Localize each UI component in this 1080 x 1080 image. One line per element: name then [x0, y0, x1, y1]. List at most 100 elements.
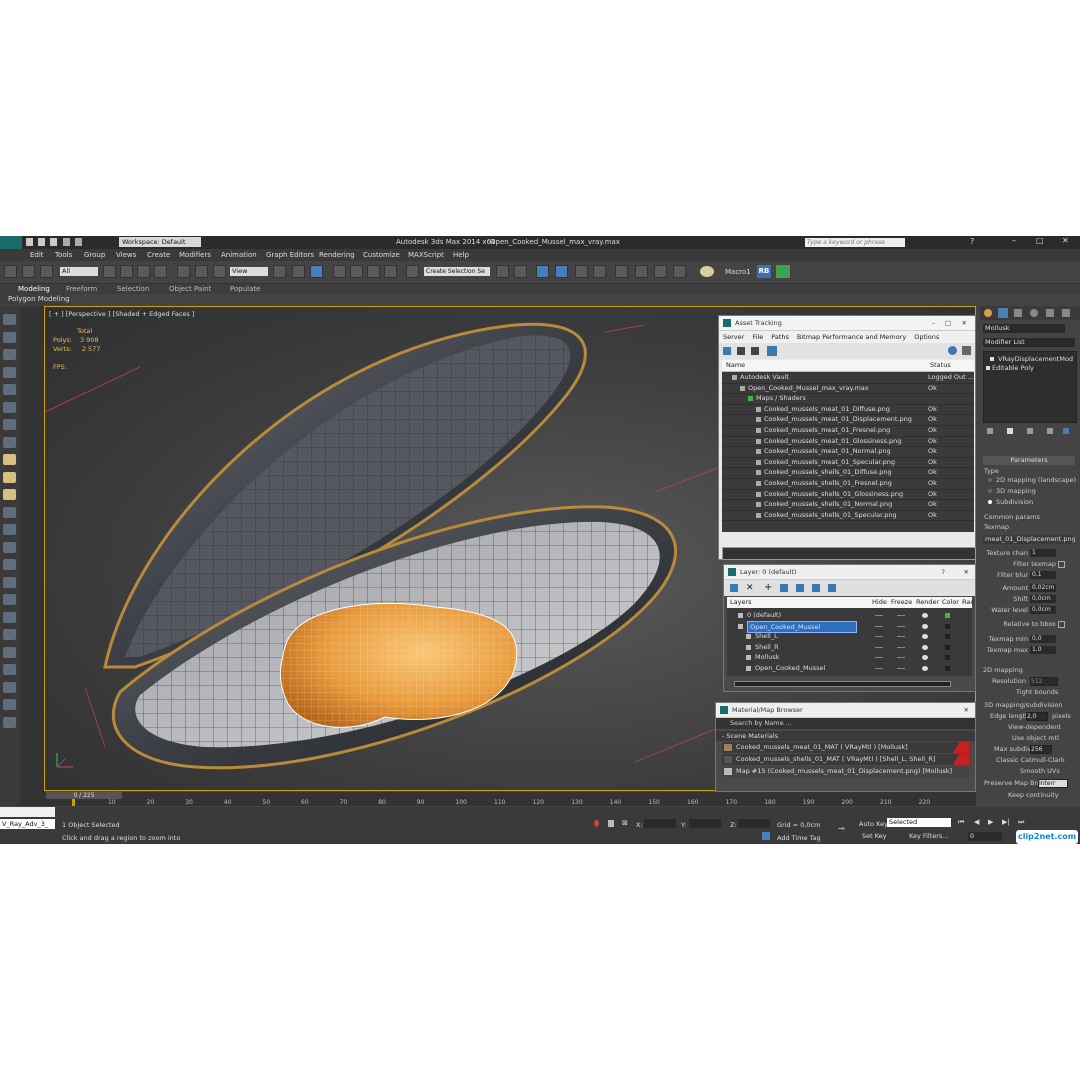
select-object-icon[interactable] — [103, 265, 116, 278]
layer-freeze-toggle[interactable] — [897, 615, 905, 616]
material-search-input[interactable]: Search by Name ... — [716, 718, 975, 729]
freeze-all-icon[interactable] — [828, 584, 836, 592]
layer-color-swatch[interactable] — [945, 613, 950, 618]
layer-color-swatch[interactable] — [945, 623, 950, 629]
layer-freeze-toggle[interactable] — [897, 636, 905, 637]
layer-row[interactable]: Open_Cooked_Mussel — [727, 620, 972, 633]
param-field[interactable]: 0,0 — [1030, 635, 1056, 643]
ribbon-tab-modeling[interactable]: Modeling — [18, 285, 50, 293]
render-production-icon[interactable] — [673, 265, 686, 278]
selection-filter-dropdown[interactable]: All — [60, 267, 98, 276]
layer-freeze-toggle[interactable] — [897, 625, 905, 627]
box-icon[interactable] — [3, 314, 16, 325]
param-field[interactable]: 1,0 — [1030, 646, 1056, 654]
menu-item-group[interactable]: Group — [84, 251, 105, 259]
pyramid-icon[interactable] — [3, 471, 16, 483]
2d-mapping-header[interactable]: 2D mapping — [983, 666, 1075, 674]
col-name[interactable]: Name — [726, 361, 745, 369]
menu-item-maxscript[interactable]: MAXScript — [408, 251, 444, 259]
app-logo-icon[interactable] — [0, 236, 22, 249]
delete-layer-icon[interactable]: ✕ — [746, 583, 754, 593]
biped-icon[interactable] — [3, 646, 16, 658]
ribbon-tab-freeform[interactable]: Freeform — [66, 285, 97, 293]
maxscript-listener[interactable] — [0, 807, 55, 817]
toolbar-extra-icon[interactable] — [962, 346, 971, 355]
menu-item-graph-editors[interactable]: Graph Editors — [266, 251, 314, 259]
type-radio-option[interactable]: Subdivision — [988, 498, 1033, 506]
set-key-button[interactable]: Set Key — [862, 832, 887, 840]
geosphere-icon[interactable] — [3, 436, 16, 448]
layer-freeze-toggle[interactable] — [897, 667, 905, 669]
param-field[interactable]: 1 — [1030, 549, 1056, 557]
cloth-icon[interactable] — [3, 681, 16, 693]
modifier-stack-item[interactable]: Editable Poly — [986, 364, 1034, 372]
material-map-browser-window[interactable]: Material/Map Browser ✕ Search by Name ..… — [715, 702, 976, 792]
ribbon-toggle-icon[interactable] — [575, 265, 588, 278]
menu-item-customize[interactable]: Customize — [363, 251, 400, 259]
configure-modifier-icon[interactable] — [1063, 428, 1069, 434]
hair-icon[interactable] — [3, 664, 16, 675]
layer-row[interactable]: Shell_R — [727, 642, 972, 653]
resolution-field[interactable]: 512 — [1030, 677, 1058, 686]
percent-snap-icon[interactable] — [367, 265, 380, 278]
camera-icon[interactable] — [3, 524, 16, 535]
material-item[interactable]: Cooked_mussels_meat_01_MAT ( VRayMtl ) [… — [722, 742, 969, 753]
render-teapot-icon[interactable] — [922, 634, 928, 639]
ribbon-tab-populate[interactable]: Populate — [230, 285, 260, 293]
menu-item-views[interactable]: Views — [116, 251, 136, 259]
pivot-center-icon[interactable] — [273, 265, 286, 278]
key-icon[interactable]: ⊸ — [838, 824, 845, 833]
type-radio-option[interactable]: 3D mapping — [988, 487, 1036, 495]
layer-close[interactable]: ✕ — [964, 565, 969, 579]
key-selection-dropdown[interactable]: Selected — [887, 818, 951, 827]
select-by-name-icon[interactable] — [120, 265, 133, 278]
menu-item-tools[interactable]: Tools — [55, 251, 72, 259]
time-tag-icon[interactable] — [762, 832, 770, 840]
new-layer-icon[interactable] — [730, 584, 738, 592]
list-view-icon[interactable] — [737, 347, 745, 355]
motion-tab-icon[interactable] — [1030, 309, 1038, 317]
move-icon[interactable] — [177, 265, 190, 278]
redo-icon[interactable] — [74, 238, 82, 246]
current-frame-field[interactable]: 0 — [968, 832, 1002, 841]
cone-icon[interactable] — [3, 419, 16, 430]
select-in-layer-icon[interactable] — [780, 584, 788, 592]
render-icon[interactable] — [3, 699, 16, 710]
layer-hide-toggle[interactable] — [875, 615, 883, 616]
bone-icon[interactable] — [3, 611, 16, 623]
param-checkbox[interactable] — [1058, 561, 1065, 568]
isolate-selection-icon[interactable] — [594, 820, 599, 827]
material-item[interactable]: Cooked_mussels_shells_01_MAT ( VRayMtl )… — [722, 754, 969, 765]
z-coordinate-field[interactable] — [738, 819, 770, 828]
new-file-icon[interactable] — [26, 238, 33, 246]
layer-hide-toggle[interactable] — [875, 646, 883, 648]
ribbon-tab-object-paint[interactable]: Object Paint — [169, 285, 211, 293]
x-coordinate-field[interactable] — [644, 819, 676, 828]
snaps-toggle-icon[interactable] — [333, 265, 346, 278]
layer-explorer-window[interactable]: Layer: 0 (default) ? ✕ ✕ + Layers Hide F… — [723, 564, 976, 692]
window-crossing-icon[interactable] — [154, 265, 167, 278]
ribbon-subtab[interactable]: Polygon Modeling — [0, 294, 70, 305]
render-teapot-icon[interactable] — [922, 644, 928, 650]
select-manipulate-icon[interactable] — [292, 265, 305, 278]
workspace-dropdown[interactable]: Workspace: Default — [119, 237, 201, 247]
plane-icon[interactable] — [3, 366, 16, 378]
display-tab-icon[interactable] — [1046, 309, 1054, 317]
asset-tracking-minimize[interactable]: – — [932, 316, 935, 330]
named-selection-dropdown[interactable]: Create Selection Se — [424, 267, 490, 276]
go-to-end-icon[interactable]: ⏭ — [1018, 818, 1024, 827]
param-field[interactable]: 0,1 — [1030, 571, 1056, 579]
layer-color-swatch[interactable] — [945, 665, 950, 671]
material-browser-titlebar[interactable]: Material/Map Browser ✕ — [716, 703, 975, 718]
layer-hide-toggle[interactable] — [875, 625, 883, 627]
tree-view-icon[interactable] — [751, 347, 759, 355]
layer-row[interactable]: 0 (default) — [727, 610, 972, 621]
bind-space-warp-icon[interactable] — [40, 265, 53, 278]
auto-key-button[interactable]: Auto Key — [859, 820, 888, 828]
search-input[interactable]: Type a keyword or phrase — [805, 238, 905, 247]
layer-hide-toggle[interactable] — [875, 657, 883, 658]
asset-tracking-maximize[interactable]: □ — [945, 316, 951, 330]
mirror-icon[interactable] — [496, 265, 509, 278]
asset-row[interactable]: Cooked_mussels_shells_01_Specular.png Ok — [722, 510, 974, 522]
menu-item-animation[interactable]: Animation — [221, 251, 257, 259]
